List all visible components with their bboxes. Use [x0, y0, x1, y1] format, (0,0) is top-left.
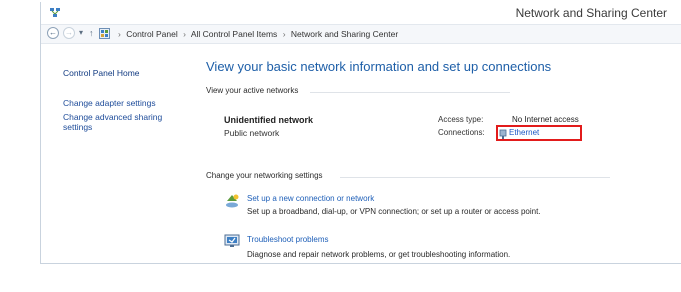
breadcrumb-network-sharing[interactable]: Network and Sharing Center — [291, 29, 398, 39]
title-bar[interactable]: Network and Sharing Center — [41, 2, 681, 24]
breadcrumb-separator: › — [118, 29, 121, 39]
control-panel-icon — [99, 28, 110, 41]
change-advanced-sharing-link[interactable]: Change advanced sharing settings — [63, 112, 175, 132]
troubleshoot-description: Diagnose and repair network problems, or… — [247, 250, 511, 259]
window-title: Network and Sharing Center — [515, 6, 667, 20]
troubleshoot-link[interactable]: Troubleshoot problems — [247, 235, 329, 244]
setup-connection-link[interactable]: Set up a new connection or network — [247, 194, 374, 203]
network-sharing-window: Network and Sharing Center ← → ▾ ↑ › Con… — [40, 2, 681, 264]
ethernet-icon — [499, 127, 507, 145]
page-title: View your basic network information and … — [206, 59, 552, 74]
setup-connection-description: Set up a broadband, dial-up, or VPN conn… — [247, 207, 541, 216]
breadcrumb-separator: › — [183, 29, 186, 39]
breadcrumb-separator: › — [282, 29, 286, 39]
network-name: Unidentified network — [224, 115, 314, 125]
breadcrumb-all-items[interactable]: All Control Panel Items — [191, 29, 277, 39]
address-bar[interactable]: ← → ▾ ↑ › Control Panel › All Control Pa… — [41, 24, 681, 44]
access-type-value: No Internet access — [512, 115, 579, 124]
section-divider — [310, 92, 510, 93]
access-type-label: Access type: — [438, 115, 484, 124]
control-panel-home-link[interactable]: Control Panel Home — [63, 68, 140, 78]
up-arrow-icon[interactable]: ↑ — [89, 28, 94, 38]
change-adapter-settings-link[interactable]: Change adapter settings — [63, 98, 156, 108]
recent-locations-icon[interactable]: ▾ — [79, 28, 83, 37]
troubleshoot-icon — [224, 234, 240, 253]
breadcrumb-control-panel[interactable]: Control Panel — [126, 29, 178, 39]
network-sharing-icon — [49, 6, 61, 24]
section-divider — [340, 177, 610, 178]
back-button[interactable]: ← — [47, 27, 59, 39]
networking-settings-heading: Change your networking settings — [206, 171, 323, 180]
new-connection-icon — [224, 193, 240, 214]
ethernet-link[interactable]: Ethernet — [509, 128, 539, 137]
forward-button[interactable]: → — [63, 27, 75, 39]
connections-label: Connections: — [438, 128, 485, 137]
breadcrumb: › Control Panel › All Control Panel Item… — [115, 29, 398, 39]
active-networks-heading: View your active networks — [206, 86, 299, 95]
network-type[interactable]: Public network — [224, 128, 279, 138]
